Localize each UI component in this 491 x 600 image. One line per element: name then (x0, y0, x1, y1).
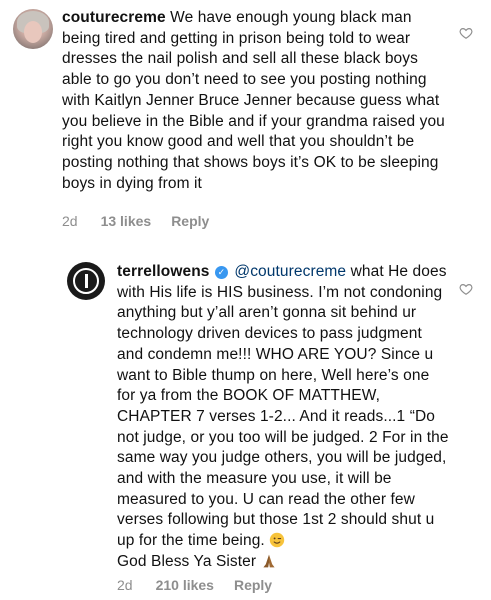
comment-time: 2d (117, 577, 133, 593)
reply-button[interactable]: Reply (234, 577, 272, 593)
folded-hands-emoji-icon (262, 554, 275, 568)
comment-closing: God Bless Ya Sister (117, 552, 257, 570)
comment-body: couturecreme We have enough young black … (62, 8, 447, 194)
winking-face-emoji-icon (270, 532, 285, 548)
avatar[interactable] (13, 9, 53, 49)
reply-button[interactable]: Reply (171, 213, 209, 229)
comment-username[interactable]: terrellowens (117, 263, 210, 280)
comment-time: 2d (62, 213, 78, 229)
heart-outline-icon[interactable] (459, 26, 473, 40)
comment-meta: 2d 210 likes Reply (117, 577, 272, 593)
verified-badge-icon: ✓ (214, 266, 228, 279)
comment-meta: 2d 13 likes Reply (62, 213, 209, 229)
comment-text: what He does with His life is HIS busine… (117, 263, 449, 550)
comment-text: We have enough young black man being tir… (62, 9, 445, 192)
comment-mention[interactable]: @couturecreme (234, 263, 346, 280)
comment-body: terrellowens ✓ @couturecreme what He doe… (117, 262, 452, 573)
heart-outline-icon[interactable] (459, 282, 473, 296)
comment-username[interactable]: couturecreme (62, 9, 166, 26)
comment-likes[interactable]: 210 likes (156, 577, 214, 593)
brand-logo-icon (73, 268, 99, 294)
avatar-face (24, 21, 42, 43)
avatar[interactable] (67, 262, 105, 300)
comment-likes[interactable]: 13 likes (101, 213, 152, 229)
